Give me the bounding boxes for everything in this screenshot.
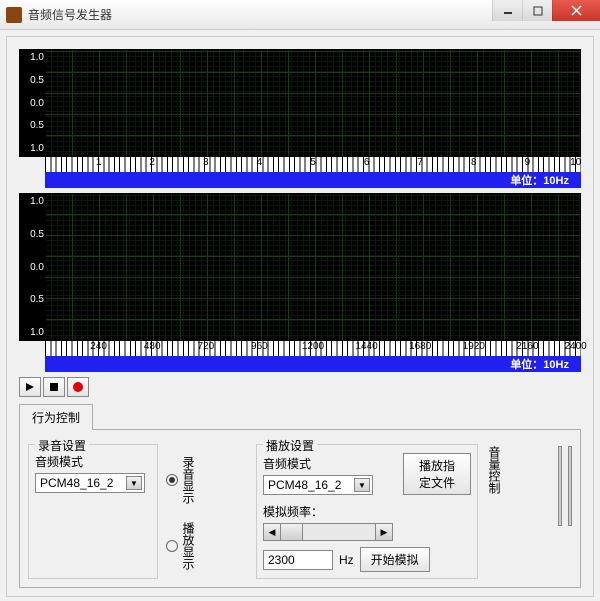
xtick: 1 xyxy=(96,157,102,168)
plot-top-ruler: 1 2 3 4 5 6 7 8 9 10 xyxy=(45,157,581,172)
radio-label: 录音显示 xyxy=(180,456,197,504)
xtick: 480 xyxy=(144,341,161,352)
ytick: 1.0 xyxy=(20,143,44,154)
display-mode-radios: 录音显示 播放显示 xyxy=(166,438,248,579)
minimize-button[interactable] xyxy=(492,0,522,21)
ytick: 0.5 xyxy=(20,294,44,305)
scroll-left-icon[interactable]: ◀ xyxy=(263,523,281,541)
play-mode-label: 音频模式 xyxy=(263,455,373,472)
plot-bottom-unit: 单位：10Hz xyxy=(45,356,581,372)
window-title: 音频信号发生器 xyxy=(28,6,492,23)
play-file-button[interactable]: 播放指定文件 xyxy=(403,453,471,495)
sim-freq-scrollbar[interactable]: ◀ ▶ xyxy=(263,523,393,541)
plot-bottom: 1.0 0.5 0.0 0.5 1.0 240 480 720 960 1200… xyxy=(19,193,581,372)
ytick: 0.5 xyxy=(20,229,44,240)
xtick: 1440 xyxy=(355,341,377,352)
play-settings-group: 播放设置 音频模式 PCM48_16_2 ▼ 播放指定文件 模拟频率： ◀ xyxy=(256,444,478,579)
volume-slider-right[interactable] xyxy=(568,446,572,526)
transport-controls xyxy=(19,377,581,397)
radio-icon xyxy=(166,540,178,552)
xtick: 1680 xyxy=(409,341,431,352)
start-sim-button[interactable]: 开始模拟 xyxy=(360,547,430,572)
ytick: 0.5 xyxy=(20,75,44,86)
tab-strip: 行为控制 xyxy=(19,403,581,429)
ytick: 1.0 xyxy=(20,52,44,63)
tab-behavior-control[interactable]: 行为控制 xyxy=(19,404,93,430)
xtick: 3 xyxy=(203,157,209,168)
xtick: 9 xyxy=(525,157,531,168)
xtick: 240 xyxy=(90,341,107,352)
window-buttons xyxy=(492,0,600,21)
plot-top-yaxis: 1.0 0.5 0.0 0.5 1.0 xyxy=(20,50,46,156)
ytick: 0.5 xyxy=(20,120,44,131)
xtick: 6 xyxy=(364,157,370,168)
maximize-button[interactable] xyxy=(522,0,552,21)
volume-control: 音量控制 xyxy=(486,438,572,579)
volume-label: 音量控制 xyxy=(486,446,503,494)
plot-top-unit: 单位：10Hz xyxy=(45,172,581,188)
group-title: 录音设置 xyxy=(35,437,89,454)
xtick: 4 xyxy=(257,157,263,168)
radio-icon xyxy=(166,474,178,486)
close-button[interactable] xyxy=(552,0,600,21)
sim-freq-label: 模拟频率： xyxy=(263,503,471,520)
play-audio-mode-select[interactable]: PCM48_16_2 ▼ xyxy=(263,475,373,495)
record-button[interactable] xyxy=(67,377,89,397)
xtick: 8 xyxy=(471,157,477,168)
plot-bottom-yaxis: 1.0 0.5 0.0 0.5 1.0 xyxy=(20,194,46,340)
plot-top: 1.0 0.5 0.0 0.5 1.0 1 2 3 4 5 6 7 8 9 1 xyxy=(19,49,581,188)
xtick: 5 xyxy=(310,157,316,168)
title-bar: 音频信号发生器 xyxy=(0,0,600,30)
ytick: 0.0 xyxy=(20,98,44,109)
group-title: 播放设置 xyxy=(263,437,317,454)
plot-bottom-ruler: 240 480 720 960 1200 1440 1680 1920 2160… xyxy=(45,341,581,356)
scroll-right-icon[interactable]: ▶ xyxy=(375,523,393,541)
radio-label: 播放显示 xyxy=(180,522,197,570)
select-value: PCM48_16_2 xyxy=(268,478,341,492)
audio-mode-label: 音频模式 xyxy=(35,453,151,470)
xtick: 960 xyxy=(251,341,268,352)
xtick: 1920 xyxy=(463,341,485,352)
select-value: PCM48_16_2 xyxy=(40,476,113,490)
xtick: 2160 xyxy=(516,341,538,352)
ytick: 1.0 xyxy=(20,196,44,207)
radio-record-display[interactable]: 录音显示 xyxy=(166,456,248,504)
record-settings-group: 录音设置 音频模式 PCM48_16_2 ▼ xyxy=(28,444,158,579)
record-audio-mode-select[interactable]: PCM48_16_2 ▼ xyxy=(35,473,145,493)
ytick: 1.0 xyxy=(20,327,44,338)
xtick: 720 xyxy=(197,341,214,352)
volume-slider-left[interactable] xyxy=(558,446,562,526)
xtick: 2 xyxy=(149,157,155,168)
xtick: 7 xyxy=(417,157,423,168)
xtick: 10 xyxy=(570,157,581,168)
xtick: 1200 xyxy=(302,341,324,352)
chevron-down-icon: ▼ xyxy=(354,478,370,492)
radio-play-display[interactable]: 播放显示 xyxy=(166,522,248,570)
stop-button[interactable] xyxy=(43,377,65,397)
xtick: 2400 xyxy=(565,341,587,352)
app-icon xyxy=(6,7,22,23)
sim-freq-input[interactable] xyxy=(263,550,333,570)
chevron-down-icon: ▼ xyxy=(126,476,142,490)
ytick: 0.0 xyxy=(20,262,44,273)
play-button[interactable] xyxy=(19,377,41,397)
hz-label: Hz xyxy=(339,553,354,567)
